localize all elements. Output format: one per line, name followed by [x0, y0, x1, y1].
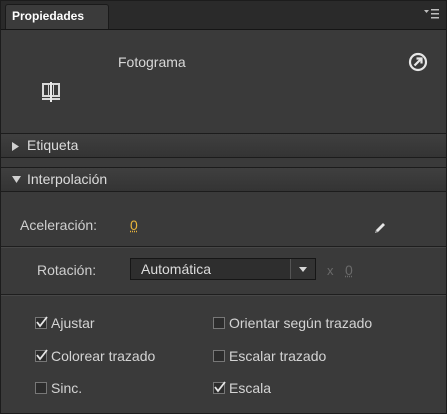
ajustar-checkbox[interactable]: Ajustar: [35, 314, 95, 332]
checkbox-box: [35, 382, 47, 394]
tab-strip: Propiedades: [1, 1, 446, 30]
colorear-trazado-checkbox[interactable]: Colorear trazado: [35, 347, 155, 365]
tab-propiedades[interactable]: Propiedades: [5, 4, 109, 29]
escala-label: Escala: [229, 380, 272, 396]
chevron-right-icon: [12, 142, 19, 151]
chevron-down-icon: [12, 176, 21, 183]
edit-easing-pencil-icon[interactable]: [373, 221, 387, 235]
section-etiqueta-label: Etiqueta: [27, 137, 79, 153]
frame-header: Fotograma: [1, 30, 446, 133]
go-to-icon[interactable]: [408, 52, 428, 72]
section-interpolacion-label: Interpolación: [27, 171, 108, 187]
section-interpolacion[interactable]: Interpolación: [1, 167, 446, 192]
frame-icon: [42, 82, 60, 102]
checkbox-box: [35, 349, 48, 362]
chevron-down-icon: [299, 267, 307, 272]
panel-menu-icon[interactable]: [424, 8, 440, 22]
frame-type-label: Fotograma: [118, 54, 186, 70]
escalar-trazado-checkbox[interactable]: Escalar trazado: [213, 347, 326, 365]
checkbox-box: [213, 381, 226, 394]
rotation-count[interactable]: 0: [345, 262, 353, 278]
checkbox-box: [213, 317, 225, 329]
ajustar-label: Ajustar: [51, 315, 95, 331]
divider: [1, 294, 446, 296]
rotation-label: Rotación:: [37, 262, 97, 278]
colorear-trazado-label: Colorear trazado: [51, 348, 156, 364]
section-etiqueta[interactable]: Etiqueta: [1, 133, 446, 158]
orientar-segun-trazado-label: Orientar según trazado: [229, 315, 373, 331]
sinc-checkbox[interactable]: Sinc.: [35, 379, 82, 397]
escalar-trazado-label: Escalar trazado: [229, 348, 327, 364]
rotation-times-symbol: x: [327, 263, 334, 278]
checkbox-box: [213, 350, 225, 362]
rotation-select[interactable]: Automática: [130, 258, 316, 280]
divider: [1, 246, 446, 248]
checkmark-icon: [36, 316, 48, 328]
checkmark-icon: [214, 381, 226, 393]
escala-checkbox[interactable]: Escala: [213, 379, 271, 397]
orientar-segun-trazado-checkbox[interactable]: Orientar según trazado: [213, 314, 372, 332]
checkbox-box: [35, 316, 48, 329]
easing-label: Aceleración:: [20, 217, 98, 233]
easing-value[interactable]: 0: [130, 217, 138, 233]
checkmark-icon: [36, 349, 48, 361]
sinc-label: Sinc.: [51, 380, 83, 396]
rotation-select-value: Automática: [141, 261, 212, 277]
rotation-select-button[interactable]: [290, 259, 315, 279]
properties-panel: Propiedades Fotograma Etiqueta Interpola…: [0, 0, 447, 414]
